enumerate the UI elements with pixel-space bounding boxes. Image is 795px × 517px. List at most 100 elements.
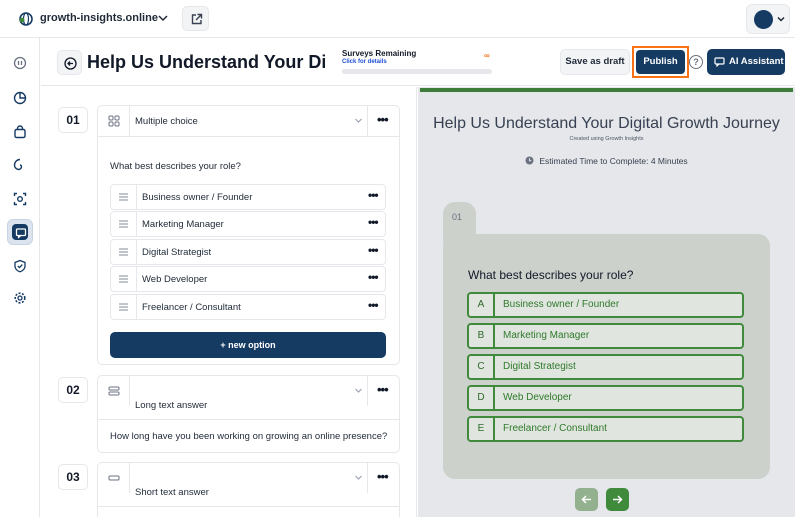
more-icon: ••• — [377, 469, 389, 484]
rail-item-spiral[interactable] — [7, 152, 33, 178]
drag-handle-icon — [119, 220, 128, 228]
previous-question-button[interactable] — [575, 488, 598, 511]
back-button[interactable] — [57, 50, 82, 75]
long-text-icon — [108, 386, 120, 396]
clock-icon — [525, 156, 534, 165]
chevron-down-icon — [777, 16, 785, 22]
preview-question-number: 01 — [452, 212, 463, 222]
publish-highlight: Publish — [632, 46, 689, 78]
option-more-button[interactable]: ••• — [368, 298, 379, 312]
drag-handle[interactable] — [111, 267, 137, 291]
save-draft-button[interactable]: Save as draft — [560, 49, 630, 75]
option-row[interactable]: Business owner / Founder ••• — [110, 184, 386, 210]
question-text[interactable]: What best describes your role? — [110, 161, 241, 172]
question-card: Multiple choice ••• What best describes … — [97, 105, 400, 365]
publish-button[interactable]: Publish — [636, 50, 685, 74]
preview-option-label: Business owner / Founder — [503, 299, 620, 310]
option-row[interactable]: Digital Strategist ••• — [110, 239, 386, 265]
preview-option-letter: E — [469, 418, 495, 440]
preview-option[interactable]: D Web Developer — [467, 385, 744, 411]
drag-handle-icon — [119, 303, 128, 311]
question-type-label: Multiple choice — [135, 116, 198, 127]
bag-icon — [14, 125, 26, 139]
option-row[interactable]: Freelancer / Consultant ••• — [110, 294, 386, 320]
question-more-button[interactable]: ••• — [367, 376, 399, 406]
chevron-down-icon — [355, 388, 362, 393]
gear-icon — [14, 292, 26, 304]
option-label[interactable]: Web Developer — [142, 274, 207, 285]
question-type-selector[interactable]: Short text answer ••• — [98, 463, 399, 498]
question-card: Long text answer ••• How long have you b… — [97, 375, 400, 453]
drag-handle-icon — [119, 275, 128, 283]
option-label[interactable]: Business owner / Founder — [142, 192, 252, 203]
preview-option[interactable]: E Freelancer / Consultant — [467, 416, 744, 442]
preview-question-card: What best describes your role? A Busines… — [443, 234, 770, 479]
more-icon: ••• — [377, 382, 389, 397]
option-more-button[interactable]: ••• — [368, 270, 379, 284]
question-number: 02 — [58, 377, 88, 403]
question-more-button[interactable]: ••• — [367, 463, 399, 493]
preview-option[interactable]: C Digital Strategist — [467, 354, 744, 380]
avatar — [754, 10, 773, 29]
rail-item-analytics[interactable] — [7, 85, 33, 111]
preview-question-text: What best describes your role? — [468, 268, 634, 282]
next-question-button[interactable] — [606, 488, 629, 511]
question-number: 01 — [58, 107, 88, 133]
option-label[interactable]: Marketing Manager — [142, 219, 224, 230]
rail-item-timer[interactable] — [7, 50, 33, 76]
add-option-button[interactable]: + new option — [110, 332, 386, 358]
preview-subtitle: Created using Growth Insights — [569, 136, 644, 142]
timer-icon — [13, 56, 27, 70]
surveys-count: ∞ — [484, 51, 490, 60]
scan-icon — [13, 192, 27, 206]
option-more-button[interactable]: ••• — [368, 188, 379, 202]
drag-handle[interactable] — [111, 240, 137, 264]
option-label[interactable]: Freelancer / Consultant — [142, 302, 241, 313]
option-row[interactable]: Marketing Manager ••• — [110, 211, 386, 237]
option-row[interactable]: Web Developer ••• — [110, 266, 386, 292]
account-menu[interactable] — [746, 4, 790, 34]
arrow-left-icon — [581, 495, 591, 504]
option-more-button[interactable]: ••• — [368, 215, 379, 229]
surveys-remaining[interactable]: Surveys Remaining Click for details ∞ — [342, 49, 492, 75]
rail-item-settings[interactable] — [7, 285, 33, 311]
rail-item-scan[interactable] — [7, 186, 33, 212]
preview-option-letter: B — [469, 325, 495, 347]
question-text[interactable]: How long have you been working on growin… — [110, 431, 387, 442]
question-type-selector[interactable]: Long text answer ••• — [98, 376, 399, 411]
preview-option-label: Freelancer / Consultant — [503, 423, 607, 434]
divider — [98, 419, 399, 420]
question-type-selector[interactable]: Multiple choice ••• — [98, 106, 399, 136]
rail-item-shop[interactable] — [7, 119, 33, 145]
rail-item-security[interactable] — [7, 253, 33, 279]
option-label[interactable]: Digital Strategist — [142, 247, 211, 258]
preview-option[interactable]: A Business owner / Founder — [467, 292, 744, 318]
option-more-button[interactable]: ••• — [368, 243, 379, 257]
top-bar: growth-insights.online — [0, 0, 795, 38]
long-text-icon-box — [98, 376, 130, 406]
preview-title: Help Us Understand Your Digital Growth J… — [433, 115, 780, 132]
help-button[interactable]: ? — [689, 55, 703, 69]
preview-option[interactable]: B Marketing Manager — [467, 323, 744, 349]
question-more-button[interactable]: ••• — [367, 106, 399, 136]
question-type-label: Long text answer — [135, 400, 208, 411]
drag-handle[interactable] — [111, 295, 137, 319]
drag-handle[interactable] — [111, 185, 137, 209]
ai-assistant-button[interactable]: AI Assistant — [707, 49, 785, 75]
external-link-button[interactable] — [182, 6, 209, 31]
estimated-time-value: 4 Minutes — [650, 156, 688, 166]
surveys-details-link[interactable]: Click for details — [342, 59, 387, 65]
drag-handle[interactable] — [111, 212, 137, 236]
question-type-label: Short text answer — [135, 487, 209, 498]
question-number: 03 — [58, 464, 88, 490]
estimated-time: Estimated Time to Complete: 4 Minutes — [418, 156, 795, 166]
estimated-time-prefix: Estimated Time to Complete: — [539, 156, 651, 166]
question-card: Short text answer ••• — [97, 462, 400, 517]
short-text-icon-box — [98, 463, 130, 493]
chevron-down-icon[interactable] — [157, 12, 169, 24]
external-link-icon — [191, 13, 203, 25]
site-name[interactable]: growth-insights.online — [40, 12, 158, 24]
spiral-icon — [13, 158, 23, 171]
rail-item-surveys[interactable] — [7, 219, 33, 245]
left-rail — [0, 38, 40, 517]
